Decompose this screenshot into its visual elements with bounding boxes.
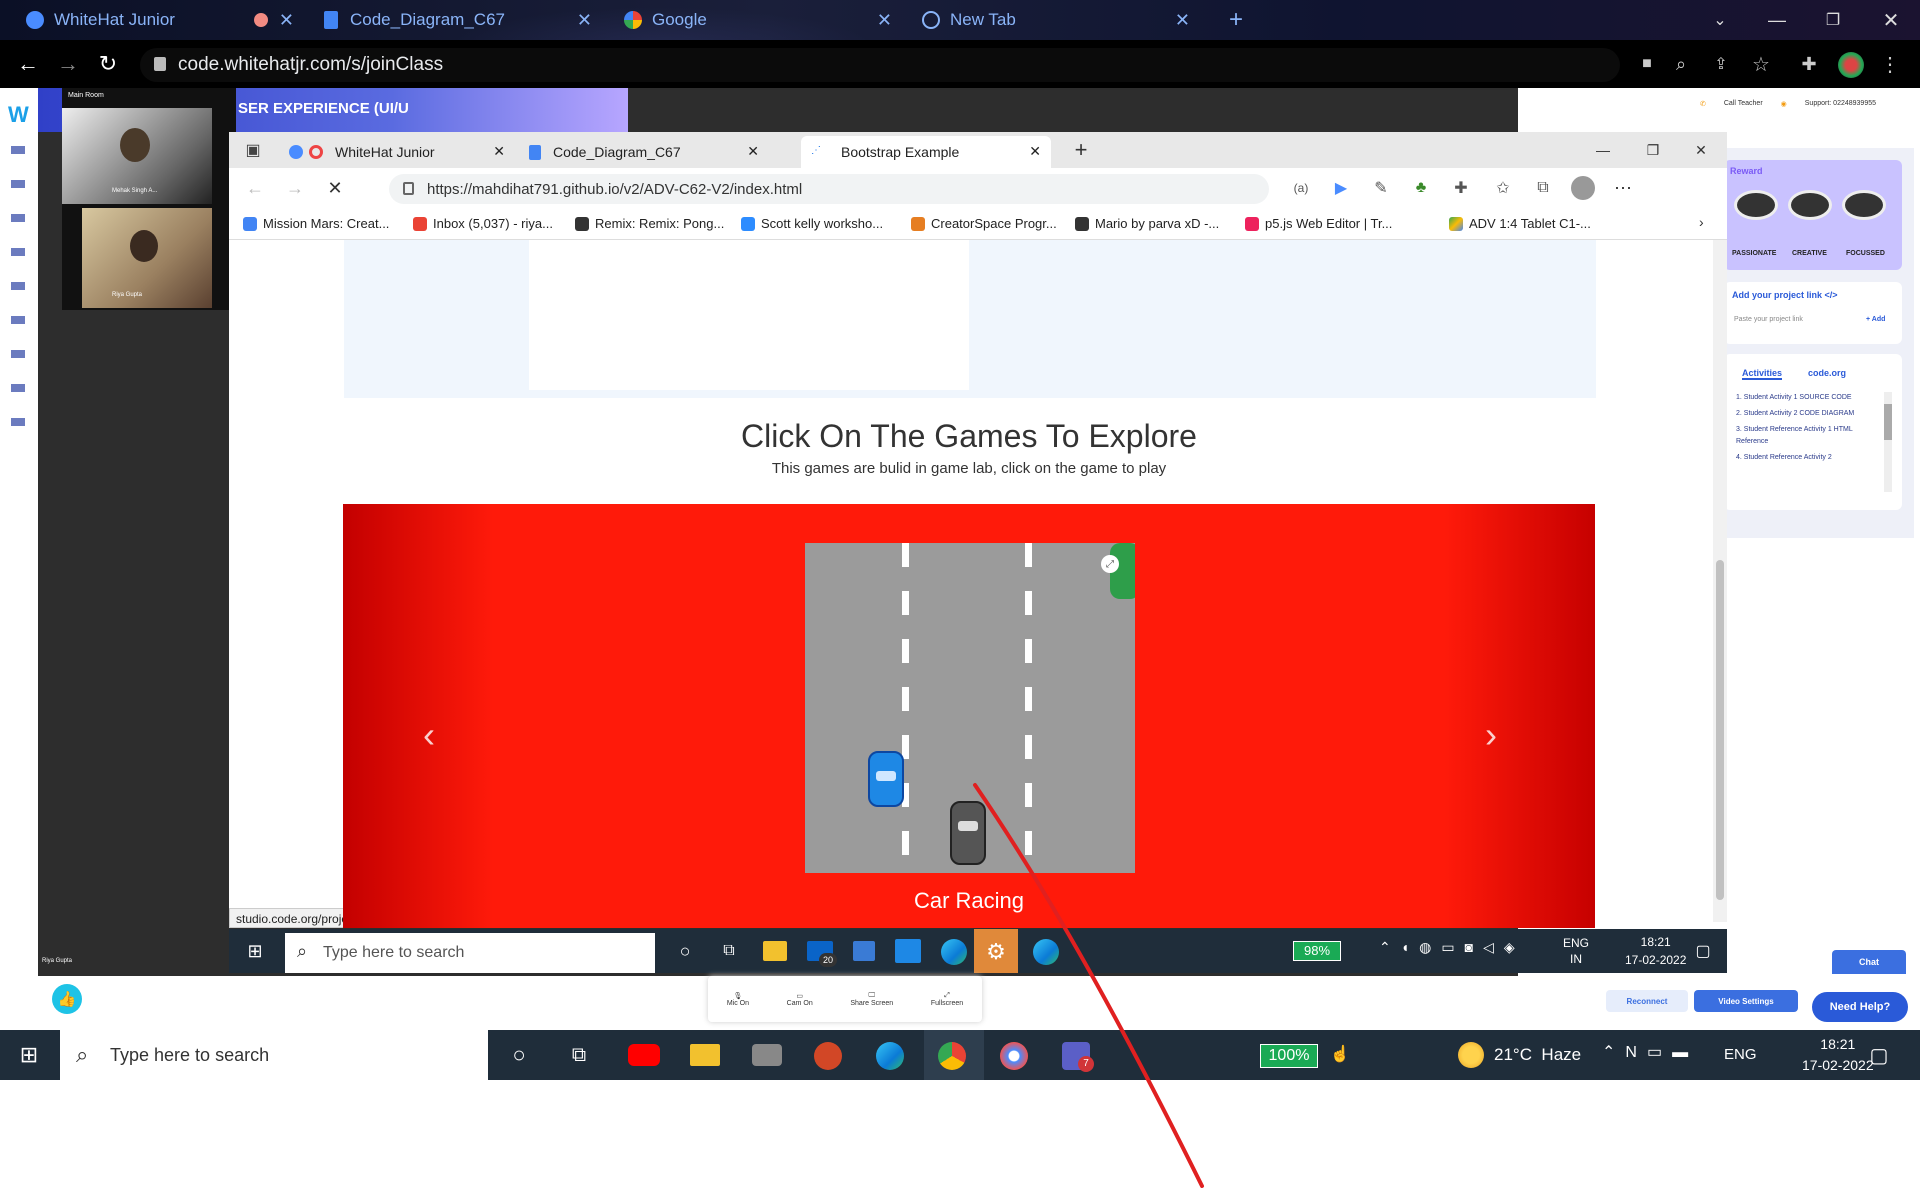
red-pen-stroke [973, 783, 1204, 1188]
annotation-overlay [973, 783, 1204, 1188]
